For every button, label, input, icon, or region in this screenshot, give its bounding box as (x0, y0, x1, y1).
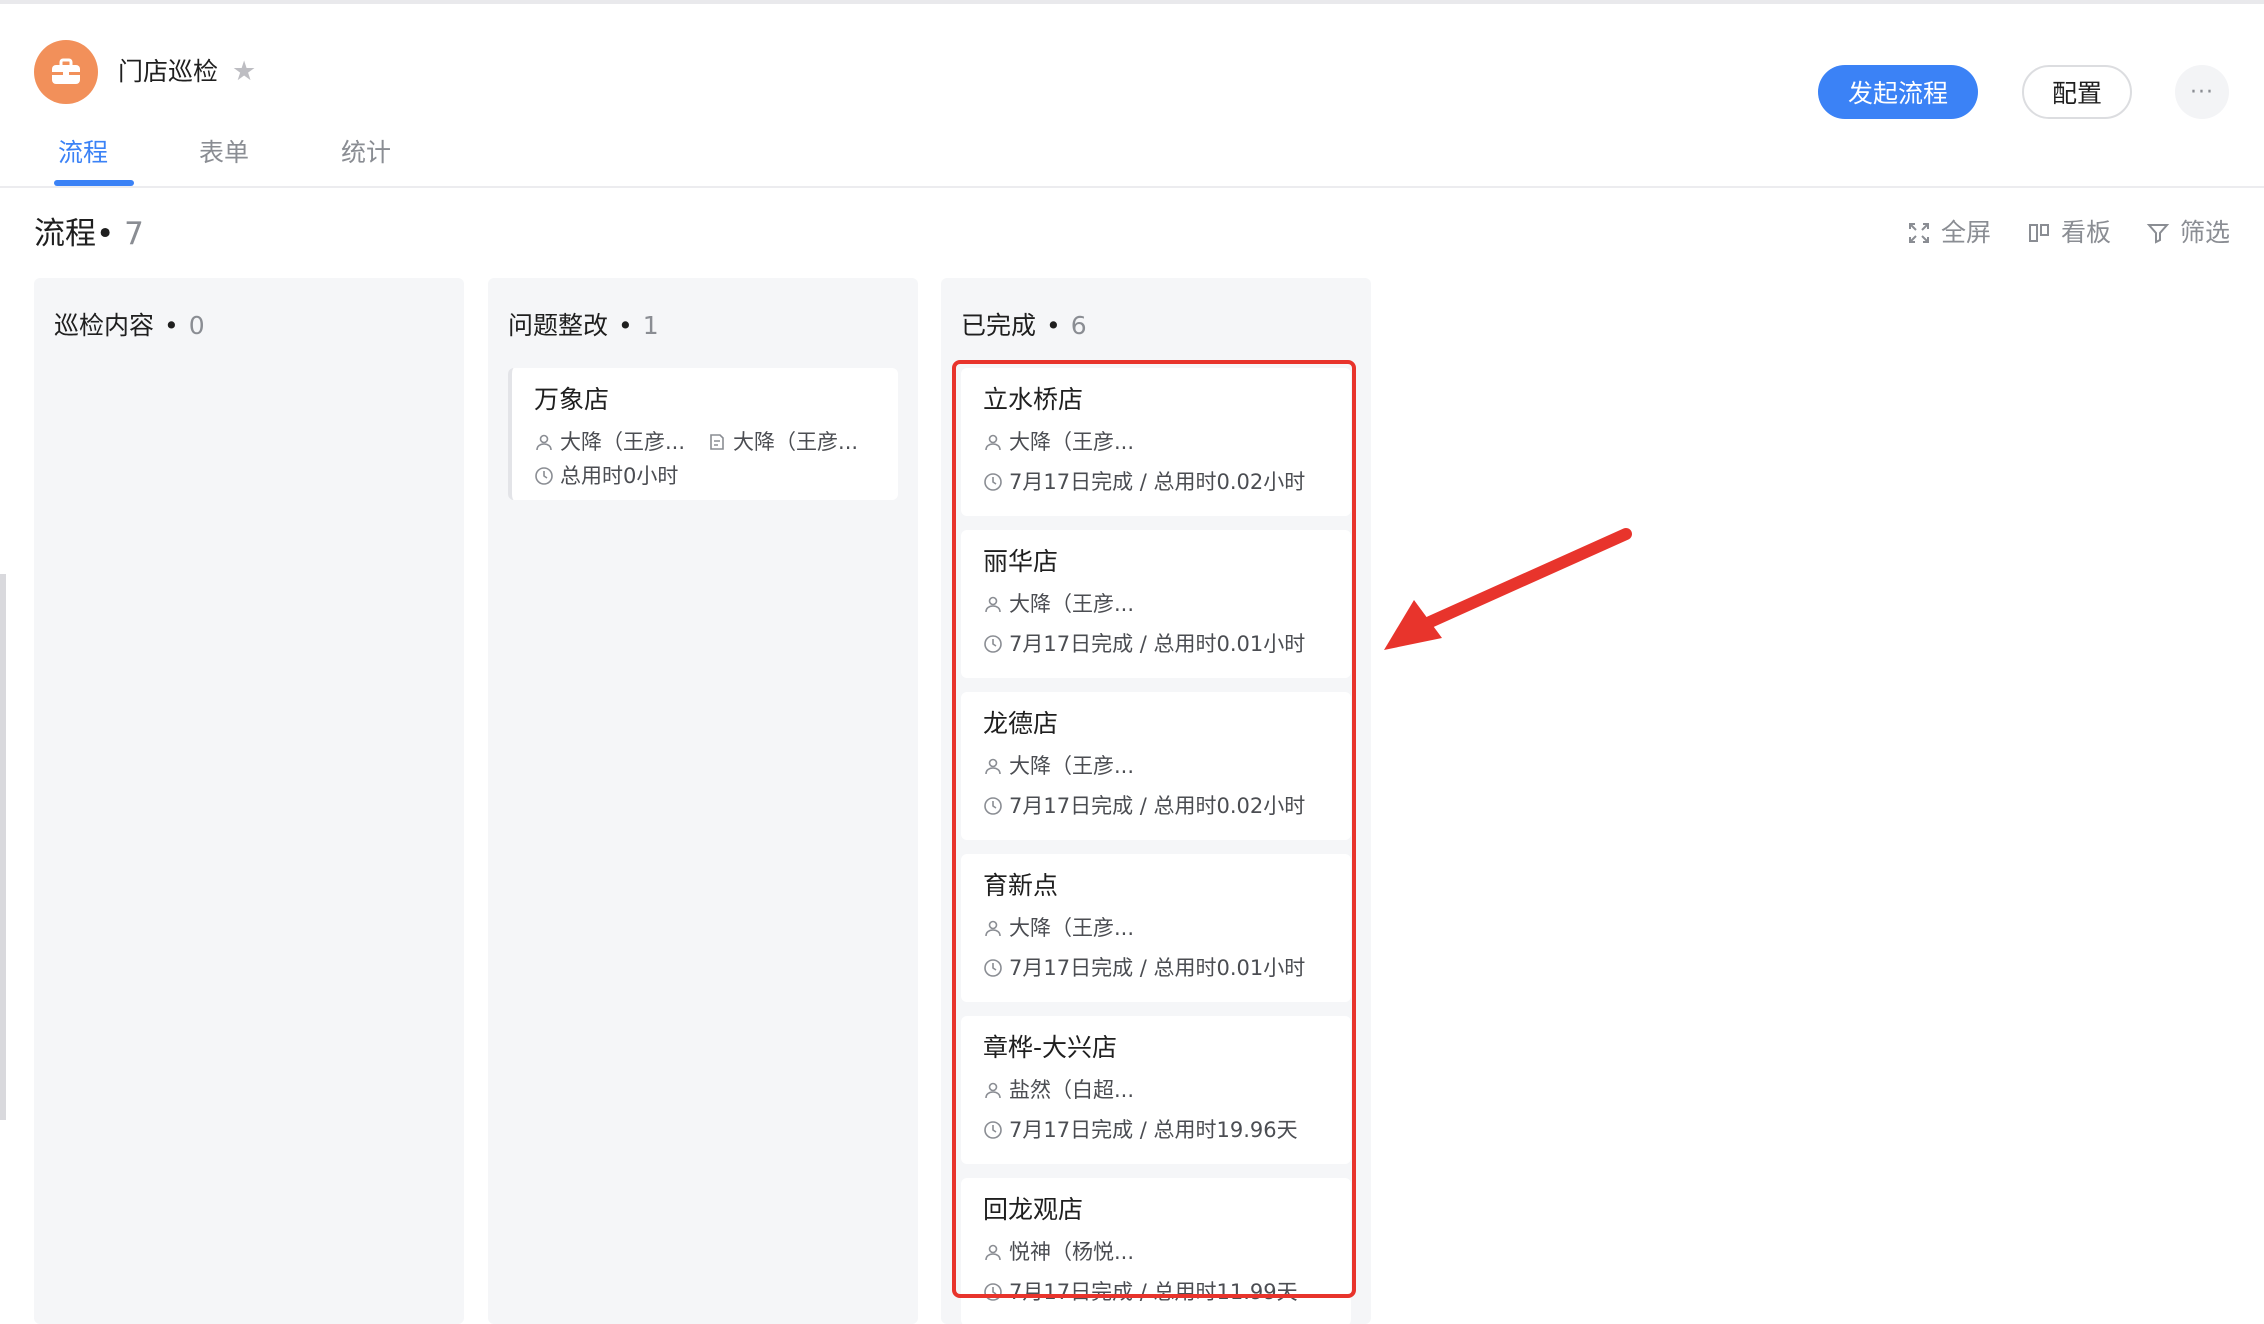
board-label: 看板 (2061, 218, 2112, 247)
column-inspection-content: 巡检内容 • 0 (34, 278, 464, 1324)
favorite-star-icon[interactable]: ★ (232, 57, 256, 87)
highlight-box (952, 360, 1356, 1298)
card-assignee: 大降（王彦... (560, 430, 686, 454)
board-button[interactable]: 看板 (2027, 217, 2111, 249)
card-title: 万象店 (534, 385, 610, 414)
start-process-button[interactable]: 发起流程 (1818, 65, 1978, 119)
filter-label: 筛选 (2180, 218, 2231, 247)
column-header: 巡检内容 • 0 (54, 311, 205, 340)
card-time: 总用时0小时 (534, 462, 678, 490)
active-tab-indicator (54, 180, 134, 186)
top-border (0, 0, 2264, 4)
fullscreen-icon (1909, 223, 1929, 243)
section-count: 7 (124, 216, 144, 252)
clock-icon (535, 467, 553, 485)
card-people: 大降（王彦... 大降（王彦... (534, 428, 858, 456)
column-rectification: 问题整改 • 1 万象店 大降（王彦... 大降（王彦... 总用时0小时 (488, 278, 918, 1324)
annotation-arrow-icon (1384, 528, 1632, 650)
window-edge (0, 574, 6, 1120)
section-title: 流程• 7 (34, 214, 144, 254)
column-title: 已完成 (961, 311, 1037, 340)
fullscreen-button[interactable]: 全屏 (1907, 217, 1991, 249)
tab-form[interactable]: 表单 (199, 136, 249, 170)
tab-statistics[interactable]: 统计 (341, 136, 391, 170)
section-title-text: 流程 (34, 216, 96, 252)
process-card[interactable]: 万象店 大降（王彦... 大降（王彦... 总用时0小时 (508, 368, 898, 500)
config-button[interactable]: 配置 (2022, 65, 2132, 119)
column-title: 问题整改 (508, 311, 609, 340)
tab-bar: 流程 表单 统计 (0, 136, 2264, 188)
briefcase-icon (52, 58, 80, 84)
edit-doc-icon (710, 434, 724, 450)
column-title: 巡检内容 (54, 311, 155, 340)
app-icon (34, 40, 98, 104)
board-icon (2029, 224, 2049, 242)
tab-process[interactable]: 流程 (58, 136, 108, 170)
fullscreen-label: 全屏 (1941, 218, 1992, 247)
app-title: 门店巡检 (118, 57, 219, 86)
column-count: 1 (642, 311, 659, 340)
card-handler: 大降（王彦... (733, 430, 859, 454)
column-count: 6 (1070, 311, 1087, 340)
more-button[interactable]: ··· (2175, 65, 2229, 119)
column-header: 问题整改 • 1 (508, 311, 659, 340)
card-duration: 总用时0小时 (560, 464, 679, 488)
column-header: 已完成 • 6 (961, 311, 1087, 340)
column-count: 0 (188, 311, 205, 340)
filter-icon (2146, 224, 2170, 244)
section-dot: • (96, 216, 115, 252)
filter-button[interactable]: 筛选 (2146, 217, 2230, 249)
user-icon (536, 434, 552, 451)
